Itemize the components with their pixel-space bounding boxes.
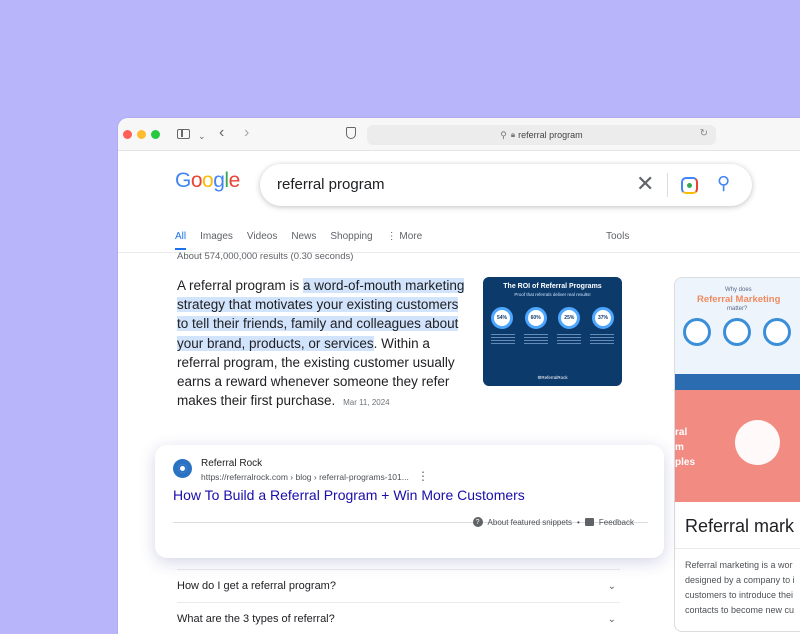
tab-videos[interactable]: Videos [247, 231, 277, 250]
chevron-down-icon[interactable]: ⌄ [198, 128, 206, 144]
description-line: customers to introduce thei [685, 590, 794, 600]
close-window-button[interactable] [123, 130, 132, 139]
tab-shopping[interactable]: Shopping [330, 231, 372, 250]
clear-search-icon[interactable]: ✕ [636, 172, 654, 196]
google-logo[interactable]: Google [175, 169, 240, 193]
stat-ring: 54% [491, 307, 513, 329]
faq-item[interactable]: How do I get a referral program? ⌄ [177, 569, 620, 602]
forward-button[interactable]: › [244, 125, 249, 141]
tab-images[interactable]: Images [200, 231, 233, 250]
snippet-plain-start: A referral program is [177, 278, 304, 293]
knowledge-panel-description: Referral marketing is a wor designed by … [685, 558, 800, 618]
faq-question: What are the 3 types of referral? [177, 613, 335, 625]
logo-letter: o [190, 169, 203, 192]
image-band [675, 374, 800, 390]
card-footer: ? About featured snippets • Feedback [472, 517, 634, 527]
image-caption: matter? [727, 306, 748, 312]
icon-circles [683, 318, 791, 346]
knowledge-panel: Why does Referral Marketing matter? ral … [674, 277, 800, 632]
site-url[interactable]: https://referralrock.com › blog › referr… [201, 472, 409, 482]
snippet-date: Mar 11, 2024 [343, 398, 390, 408]
minimize-window-button[interactable] [137, 130, 146, 139]
address-bar[interactable]: ⚲ 🔒︎ referral program ↻ [367, 125, 716, 145]
featured-snippet-text: A referral program is a word-of-mouth ma… [177, 276, 472, 412]
image-subtitle: Proof that referrals deliver real result… [514, 292, 591, 297]
address-text: referral program [518, 130, 583, 140]
feedback-link[interactable]: Feedback [599, 518, 634, 527]
stat-ring: 25% [558, 307, 581, 329]
about-snippets-link[interactable]: About featured snippets [488, 518, 573, 527]
description-line: Referral marketing is a wor [685, 560, 793, 570]
stat-ring: 60% [524, 307, 547, 329]
site-favicon-icon [173, 459, 192, 478]
stat-ring: 37% [591, 307, 614, 329]
image-brand: ⚙ReferralRock [537, 375, 568, 380]
reload-icon[interactable]: ↻ [700, 128, 708, 139]
logo-letter: o [202, 169, 214, 192]
google-lens-icon[interactable] [681, 177, 698, 194]
search-tabs: All Images Videos News Shopping ⋮ More [175, 231, 436, 250]
knowledge-panel-image-2[interactable]: ral m ples [675, 390, 800, 502]
lock-icon: 🔒︎ [510, 130, 516, 139]
image-caption: Why does [725, 287, 752, 293]
privacy-shield-icon[interactable] [346, 127, 356, 139]
more-options-icon[interactable]: ⋮ [417, 469, 429, 483]
site-name[interactable]: Referral Rock [201, 458, 262, 469]
search-input[interactable]: referral program [277, 176, 385, 193]
knowledge-panel-title: Referral mark [685, 516, 795, 536]
description-line: designed by a company to i [685, 575, 795, 585]
tab-news[interactable]: News [291, 231, 316, 250]
chevron-down-icon[interactable]: ⌄ [608, 570, 616, 603]
divider [675, 548, 800, 549]
logo-letter: G [175, 169, 191, 192]
faq-question: How do I get a referral program? [177, 580, 336, 592]
results-count: About 574,000,000 results (0.30 seconds) [177, 251, 354, 262]
image-title: The ROI of Referral Programs [503, 283, 602, 290]
featured-result-card: Referral Rock https://referralrock.com ›… [155, 445, 664, 558]
result-title-link[interactable]: How To Build a Referral Program + Win Mo… [173, 487, 525, 503]
description-line: contacts to become new cu [685, 605, 795, 615]
browser-toolbar: ⌄ ‹ › ⚲ 🔒︎ referral program ↻ [118, 118, 800, 151]
zoom-window-button[interactable] [151, 130, 160, 139]
knowledge-panel-image-1[interactable]: Why does Referral Marketing matter? [675, 278, 800, 390]
help-icon: ? [472, 517, 483, 527]
tab-more[interactable]: ⋮ More [387, 231, 423, 250]
logo-letter: e [228, 169, 241, 192]
featured-snippet-image[interactable]: The ROI of Referral Programs Proof that … [483, 277, 622, 386]
divider [667, 173, 668, 197]
illustration [735, 420, 780, 465]
chevron-down-icon[interactable]: ⌄ [608, 603, 616, 634]
stat-captions [489, 334, 616, 346]
tools-button[interactable]: Tools [606, 231, 629, 242]
search-box[interactable]: referral program ✕ ⚲ [260, 164, 752, 206]
search-icon[interactable]: ⚲ [717, 173, 730, 194]
back-button[interactable]: ‹ [219, 125, 224, 141]
search-icon: ⚲ [500, 129, 507, 140]
feedback-icon [584, 518, 594, 526]
separator-dot: • [577, 517, 580, 527]
tab-all[interactable]: All [175, 231, 187, 250]
image-caption: Referral Marketing [697, 294, 781, 305]
sidebar-toggle-icon[interactable] [177, 129, 190, 139]
faq-item[interactable]: What are the 3 types of referral? ⌄ [177, 602, 620, 634]
image-caption: ral m ples [675, 427, 696, 468]
stat-rings: 54% 60% 25% 37% [489, 307, 616, 329]
logo-letter: g [213, 169, 225, 192]
